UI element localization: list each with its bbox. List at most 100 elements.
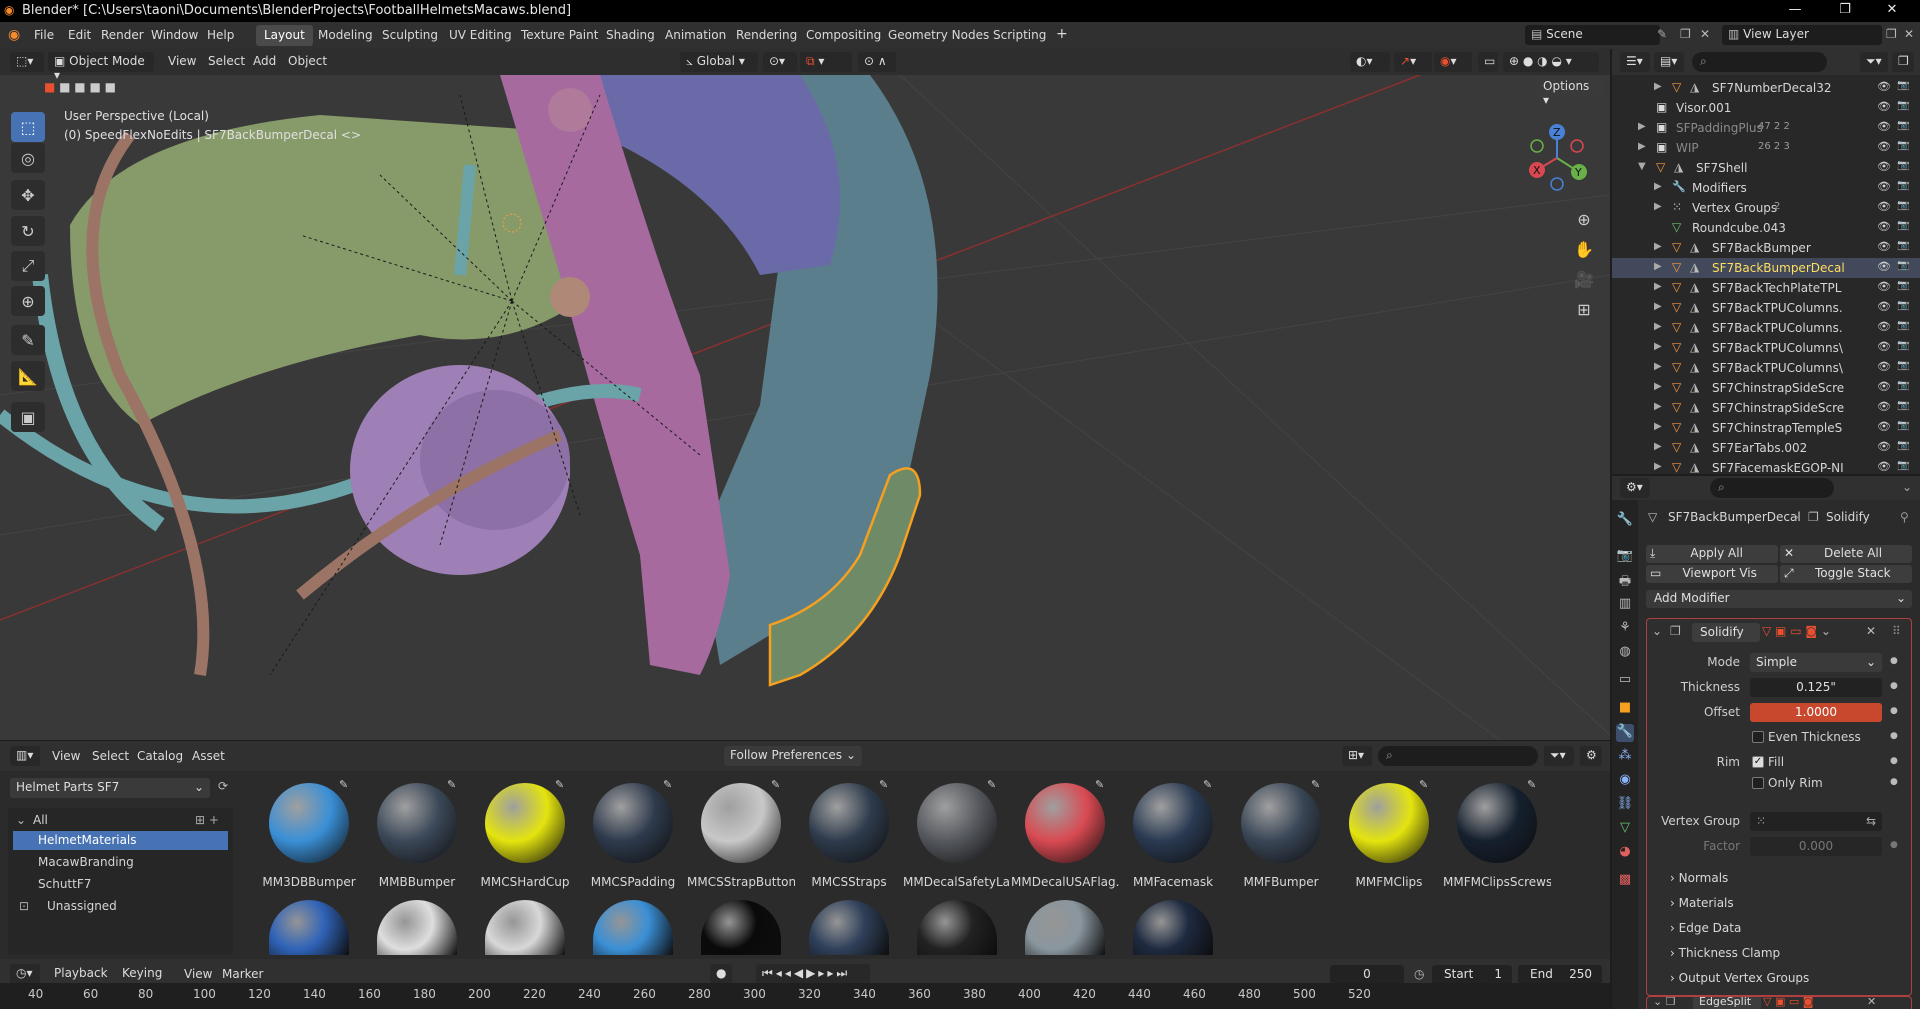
render-tab-icon[interactable]: 📷	[1616, 548, 1634, 566]
material-thumbnail[interactable]	[593, 783, 673, 863]
delete-scene-icon[interactable]: ✕	[1700, 27, 1710, 41]
refresh-library-icon[interactable]: ⟳	[218, 779, 228, 793]
collapse-modifier-icon[interactable]: ⌄	[1652, 624, 1662, 638]
visibility-eye-icon[interactable]: 👁	[1877, 260, 1891, 273]
material-thumbnail[interactable]	[1025, 783, 1105, 863]
tab-geometry-nodes[interactable]: Geometry Nodes	[880, 25, 997, 46]
edit-asset-icon[interactable]: ✎	[1203, 778, 1212, 791]
asset-filter-icon[interactable]: ⏷▾	[1544, 746, 1574, 766]
move-tool[interactable]: ✥	[11, 180, 45, 210]
outliner-row[interactable]: ▶ ◮ ▽ SF7BackTPUColumns\ 👁 📷	[1612, 358, 1920, 378]
new-view-layer-icon[interactable]: ❐	[1886, 27, 1897, 41]
current-frame-field[interactable]: 0	[1330, 965, 1404, 984]
fill-keyframe-icon[interactable]: ●	[1890, 756, 1898, 766]
outliner-row[interactable]: ▶ ▣ SFPaddingPlus 47 2 2 👁 📷	[1612, 118, 1920, 138]
render-camera-icon[interactable]: 📷	[1897, 440, 1909, 451]
properties-options-icon[interactable]: ⌄	[1902, 480, 1912, 494]
outliner-row[interactable]: ▶ ◮ ▽ SF7ChinstrapTempleS 👁 📷	[1612, 418, 1920, 438]
menu-render[interactable]: Render	[101, 28, 144, 42]
mode-keyframe-icon[interactable]: ●	[1890, 656, 1898, 666]
outliner-row[interactable]: ▣ Visor.001 👁 📷	[1612, 98, 1920, 118]
viewport-menu-view[interactable]: View	[168, 54, 196, 68]
expand-toggle-icon[interactable]: ▶	[1654, 201, 1662, 212]
proportional-editing-icon[interactable]: ⊙ ∧	[858, 52, 896, 72]
asset-editor-type-icon[interactable]: ▥▾	[10, 746, 40, 766]
render-camera-icon[interactable]: 📷	[1897, 400, 1909, 411]
add-modifier-dropdown[interactable]: Add Modifier ⌄	[1646, 590, 1912, 608]
properties-search-input[interactable]: ⌕	[1710, 478, 1834, 498]
section-thickness-clamp[interactable]: › Thickness Clamp	[1670, 946, 1780, 960]
render-camera-icon[interactable]: 📷	[1897, 160, 1909, 171]
options-dropdown[interactable]: Options ▾	[1537, 77, 1603, 107]
new-scene-icon[interactable]: ❐	[1680, 27, 1691, 41]
visibility-eye-icon[interactable]: 👁	[1877, 120, 1891, 133]
expand-toggle-icon[interactable]: ▶	[1654, 441, 1662, 452]
display-mode-icon[interactable]: ▤▾	[1654, 52, 1684, 72]
even-thickness-checkbox[interactable]	[1752, 731, 1764, 743]
render-camera-icon[interactable]: 📷	[1897, 180, 1909, 191]
snap-toggle-icon[interactable]: ⧉ ▾	[800, 52, 852, 72]
mode-dropdown[interactable]: Simple ⌄	[1750, 653, 1882, 672]
section-materials[interactable]: › Materials	[1670, 896, 1734, 910]
add-cube-tool[interactable]: ▣	[11, 402, 45, 432]
thickness-field[interactable]: 0.125"	[1750, 678, 1882, 697]
material-thumbnail[interactable]	[917, 783, 997, 863]
tab-sculpting[interactable]: Sculpting	[374, 25, 446, 46]
selection-mode-icons[interactable]: ■ ■ ■ ■ ■	[44, 80, 139, 98]
material-thumbnail[interactable]	[1241, 783, 1321, 863]
render-camera-icon[interactable]: 📷	[1897, 100, 1909, 111]
remove-modifier-icon[interactable]: ✕	[1866, 624, 1876, 638]
thickness-keyframe-icon[interactable]: ●	[1890, 681, 1898, 691]
expand-toggle-icon[interactable]: ▶	[1654, 281, 1662, 292]
edit-asset-icon[interactable]: ✎	[1095, 778, 1104, 791]
edgesplit-remove-icon[interactable]: ✕	[1867, 997, 1876, 1008]
offset-field[interactable]: 1.0000	[1750, 703, 1882, 722]
navigation-gizmo[interactable]: Y X Z	[1520, 115, 1600, 195]
timeline-editor-type-icon[interactable]: ◷▾	[10, 964, 40, 984]
visibility-eye-icon[interactable]: 👁	[1877, 440, 1891, 453]
visibility-eye-icon[interactable]: 👁	[1877, 220, 1891, 233]
material-thumbnail[interactable]	[1349, 783, 1429, 863]
material-tab-icon[interactable]: ◕	[1616, 844, 1634, 862]
blender-menu-icon[interactable]: ◉	[8, 27, 20, 43]
catalog-helmet-materials[interactable]: HelmetMaterials	[13, 831, 228, 850]
expand-toggle-icon[interactable]: ▶	[1654, 321, 1662, 332]
outliner-row[interactable]: ▼ ◮ ▽ SF7Shell 👁 📷	[1612, 158, 1920, 178]
import-method-dropdown[interactable]: Follow Preferences ⌄	[724, 746, 862, 766]
outliner-row[interactable]: ▽ Roundcube.043 👁 📷	[1612, 218, 1920, 238]
display-mode-thumbnails-icon[interactable]: ⊞▾	[1342, 746, 1372, 766]
visibility-eye-icon[interactable]: 👁	[1877, 280, 1891, 293]
outliner-row[interactable]: ▶ ◮ ▽ SF7BackBumper 👁 📷	[1612, 238, 1920, 258]
cursor-tool[interactable]: ◎	[11, 143, 45, 173]
expand-toggle-icon[interactable]: ▶	[1638, 141, 1646, 152]
visibility-eye-icon[interactable]: 👁	[1877, 380, 1891, 393]
expand-toggle-icon[interactable]: ▶	[1654, 81, 1662, 92]
render-camera-icon[interactable]: 📷	[1897, 220, 1909, 231]
shading-mode-icons[interactable]: ⊕ ● ◑ ◒ ▾	[1503, 52, 1599, 72]
visibility-eye-icon[interactable]: 👁	[1877, 340, 1891, 353]
end-frame-field[interactable]: End 250	[1518, 965, 1602, 984]
record-button[interactable]: ●	[710, 964, 732, 984]
visibility-eye-icon[interactable]: 👁	[1877, 360, 1891, 373]
expand-toggle-icon[interactable]: ▶	[1654, 261, 1662, 272]
scene-tab-icon[interactable]: ⚘	[1616, 620, 1634, 638]
asset-search-input[interactable]: ⌕	[1378, 746, 1538, 766]
outliner-row[interactable]: ▶ ◮ ▽ SF7BackBumperDecal 👁 📷	[1612, 258, 1920, 278]
tab-compositing[interactable]: Compositing	[798, 25, 889, 46]
outliner-search-input[interactable]: ⌕	[1692, 52, 1827, 72]
tab-modeling[interactable]: Modeling	[310, 25, 381, 46]
tab-shading[interactable]: Shading	[598, 25, 663, 46]
outliner-row[interactable]: ▶ ◮ ▽ SF7BackTPUColumns. 👁 📷	[1612, 298, 1920, 318]
edgesplit-name-field[interactable]: EdgeSplit	[1693, 997, 1761, 1009]
visibility-eye-icon[interactable]: 👁	[1877, 420, 1891, 433]
tool-tab-icon[interactable]: 🔧	[1616, 512, 1634, 530]
section-output-vertex-groups[interactable]: › Output Vertex Groups	[1670, 971, 1809, 985]
scale-tool[interactable]: ⤢	[11, 251, 45, 281]
delete-view-layer-icon[interactable]: ✕	[1904, 27, 1914, 41]
visibility-eye-icon[interactable]: 👁	[1877, 160, 1891, 173]
pin-scene-icon[interactable]: ✎	[1657, 27, 1667, 41]
expand-toggle-icon[interactable]: ▶	[1654, 181, 1662, 192]
outliner-row[interactable]: ▶ ◮ ▽ SF7BackTPUColumns\ 👁 📷	[1612, 338, 1920, 358]
gizmo-toggle-icon[interactable]: ↗▾	[1394, 52, 1432, 72]
viewport-vis-button[interactable]: ▭ Viewport Vis	[1646, 565, 1778, 583]
